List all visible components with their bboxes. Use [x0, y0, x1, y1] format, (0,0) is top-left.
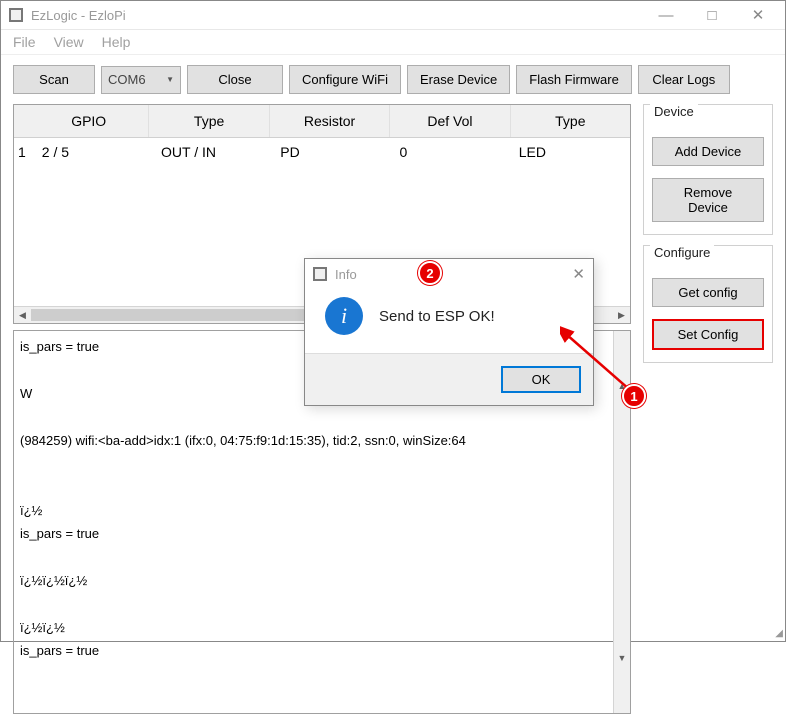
device-panel: Device Add Device Remove Device	[643, 104, 773, 235]
close-button[interactable]: ✕	[735, 1, 781, 29]
dialog-ok-button[interactable]: OK	[501, 366, 581, 393]
close-port-button[interactable]: Close	[187, 65, 283, 94]
cell-devtype: LED	[511, 144, 630, 160]
cell-defvol: 0	[392, 144, 511, 160]
toolbar: Scan COM6 ▼ Close Configure WiFi Erase D…	[1, 54, 785, 104]
get-config-button[interactable]: Get config	[652, 278, 764, 307]
col-index	[14, 105, 29, 137]
clear-logs-button[interactable]: Clear Logs	[638, 65, 730, 94]
dialog-app-icon	[313, 267, 327, 281]
minimize-button[interactable]: ―	[643, 1, 689, 29]
titlebar: EzLogic - EzloPi ― □ ✕	[1, 1, 785, 30]
dialog-message: Send to ESP OK!	[379, 308, 495, 325]
menubar: File View Help	[1, 30, 785, 54]
set-config-button[interactable]: Set Config	[652, 319, 764, 350]
dialog-title: Info	[335, 267, 357, 282]
erase-device-button[interactable]: Erase Device	[407, 65, 510, 94]
flash-firmware-button[interactable]: Flash Firmware	[516, 65, 632, 94]
configure-panel: Configure Get config Set Config	[643, 245, 773, 363]
chevron-down-icon: ▼	[166, 75, 174, 84]
scroll-left-icon[interactable]: ◀	[14, 307, 31, 324]
configure-panel-title: Configure	[650, 245, 714, 260]
scroll-right-icon[interactable]: ▶	[613, 307, 630, 324]
annotation-step-2: 2	[418, 261, 442, 285]
window-title: EzLogic - EzloPi	[31, 8, 126, 23]
com-port-select[interactable]: COM6 ▼	[101, 66, 181, 94]
col-defvol: Def Vol	[390, 105, 510, 137]
cell-resistor: PD	[272, 144, 391, 160]
info-icon: i	[325, 297, 363, 335]
scroll-down-icon[interactable]: ▼	[614, 649, 630, 666]
cell-index: 1	[14, 144, 34, 160]
col-resistor: Resistor	[270, 105, 390, 137]
col-gpio: GPIO	[29, 105, 149, 137]
app-icon	[9, 8, 23, 22]
annotation-step-1: 1	[622, 384, 646, 408]
maximize-button[interactable]: □	[689, 1, 735, 29]
menu-help[interactable]: Help	[102, 34, 131, 50]
device-panel-title: Device	[650, 104, 698, 119]
col-type: Type	[149, 105, 269, 137]
resize-grip-icon[interactable]: ◢	[775, 628, 783, 639]
configure-wifi-button[interactable]: Configure WiFi	[289, 65, 401, 94]
col-devtype: Type	[511, 105, 630, 137]
cell-type: OUT / IN	[153, 144, 272, 160]
menu-view[interactable]: View	[54, 34, 84, 50]
table-row[interactable]: 1 2 / 5 OUT / IN PD 0 LED	[14, 138, 630, 166]
scan-button[interactable]: Scan	[13, 65, 95, 94]
dialog-close-button[interactable]: ✕	[572, 265, 585, 283]
menu-file[interactable]: File	[13, 34, 36, 50]
add-device-button[interactable]: Add Device	[652, 137, 764, 166]
info-dialog: Info ✕ i Send to ESP OK! OK	[304, 258, 594, 406]
remove-device-button[interactable]: Remove Device	[652, 178, 764, 222]
com-port-value: COM6	[108, 72, 166, 87]
cell-gpio: 2 / 5	[34, 144, 153, 160]
